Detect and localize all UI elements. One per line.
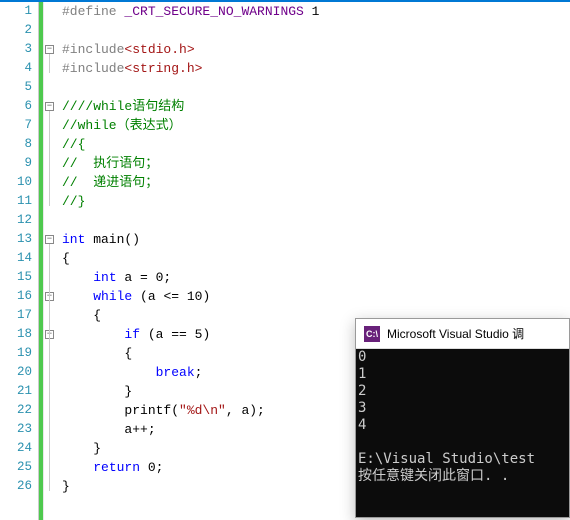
token: a++;	[124, 422, 155, 437]
code-line[interactable]	[62, 78, 570, 97]
line-number: 10	[0, 173, 32, 192]
code-line[interactable]: while (a <= 10)	[62, 287, 570, 306]
line-number: 2	[0, 21, 32, 40]
token: {	[124, 346, 132, 361]
line-number: 3	[0, 40, 32, 59]
line-number: 12	[0, 211, 32, 230]
token: }	[62, 479, 70, 494]
code-line[interactable]: //}	[62, 192, 570, 211]
token: 0;	[140, 460, 163, 475]
token: //{	[62, 137, 85, 152]
token: <string.h>	[124, 61, 202, 76]
token: //}	[62, 194, 85, 209]
token: 1	[304, 4, 320, 19]
line-number: 9	[0, 154, 32, 173]
line-number: 14	[0, 249, 32, 268]
code-line[interactable]: #include<stdio.h>	[62, 40, 570, 59]
token: ;	[195, 365, 203, 380]
token: int	[93, 270, 116, 285]
token: , a);	[226, 403, 265, 418]
line-number: 17	[0, 306, 32, 325]
fold-toggle-icon[interactable]: −	[45, 45, 54, 54]
line-number: 15	[0, 268, 32, 287]
line-number: 23	[0, 420, 32, 439]
line-number: 19	[0, 344, 32, 363]
token: a = 0;	[117, 270, 172, 285]
code-line[interactable]: //{	[62, 135, 570, 154]
token: <stdio.h>	[124, 42, 194, 57]
token: printf(	[124, 403, 179, 418]
code-line[interactable]: int main()	[62, 230, 570, 249]
token: // 递进语句；	[62, 175, 158, 190]
token: int	[62, 232, 85, 247]
code-line[interactable]: #define _CRT_SECURE_NO_WARNINGS 1	[62, 2, 570, 21]
line-number: 13	[0, 230, 32, 249]
line-number: 21	[0, 382, 32, 401]
token: if	[124, 327, 140, 342]
console-titlebar[interactable]: C:\ Microsoft Visual Studio 调	[356, 319, 569, 349]
code-line[interactable]: // 执行语句；	[62, 154, 570, 173]
terminal-output[interactable]: 0 1 2 3 4 E:\Visual Studio\test 按任意键关闭此窗…	[356, 349, 569, 517]
token: // 执行语句；	[62, 156, 158, 171]
code-line[interactable]: // 递进语句；	[62, 173, 570, 192]
line-number: 4	[0, 59, 32, 78]
line-number: 26	[0, 477, 32, 496]
code-line[interactable]: int a = 0;	[62, 268, 570, 287]
line-number: 1	[0, 2, 32, 21]
token: #include	[62, 42, 124, 57]
debug-console-window[interactable]: C:\ Microsoft Visual Studio 调 0 1 2 3 4 …	[355, 318, 570, 518]
line-number: 20	[0, 363, 32, 382]
token: {	[93, 308, 101, 323]
code-line[interactable]	[62, 21, 570, 40]
vs-icon: C:\	[364, 326, 380, 342]
token: }	[93, 441, 101, 456]
code-line[interactable]: ////while语句结构	[62, 97, 570, 116]
token: break	[156, 365, 195, 380]
token: #define	[62, 4, 124, 19]
token: (a == 5)	[140, 327, 210, 342]
token: while	[93, 289, 132, 304]
token: main()	[85, 232, 140, 247]
code-line[interactable]: {	[62, 249, 570, 268]
token: //while（表达式）	[62, 118, 182, 133]
line-number: 7	[0, 116, 32, 135]
line-number: 11	[0, 192, 32, 211]
token: "%d\n"	[179, 403, 226, 418]
token: return	[93, 460, 140, 475]
token: {	[62, 251, 70, 266]
line-number: 5	[0, 78, 32, 97]
token: _CRT_SECURE_NO_WARNINGS	[124, 4, 303, 19]
line-number: 8	[0, 135, 32, 154]
line-number: 18	[0, 325, 32, 344]
fold-toggle-icon[interactable]: −	[45, 102, 54, 111]
line-number: 16	[0, 287, 32, 306]
console-title: Microsoft Visual Studio 调	[387, 325, 524, 342]
line-number-gutter: 1234567891011121314151617181920212223242…	[0, 2, 38, 520]
line-number: 6	[0, 97, 32, 116]
line-number: 24	[0, 439, 32, 458]
code-line[interactable]: #include<string.h>	[62, 59, 570, 78]
fold-column: −−−−−	[44, 2, 58, 520]
token: (a <= 10)	[132, 289, 210, 304]
line-number: 25	[0, 458, 32, 477]
line-number: 22	[0, 401, 32, 420]
token: ////while语句结构	[62, 99, 184, 114]
code-line[interactable]: //while（表达式）	[62, 116, 570, 135]
token: }	[124, 384, 132, 399]
fold-toggle-icon[interactable]: −	[45, 235, 54, 244]
code-line[interactable]	[62, 211, 570, 230]
token: #include	[62, 61, 124, 76]
